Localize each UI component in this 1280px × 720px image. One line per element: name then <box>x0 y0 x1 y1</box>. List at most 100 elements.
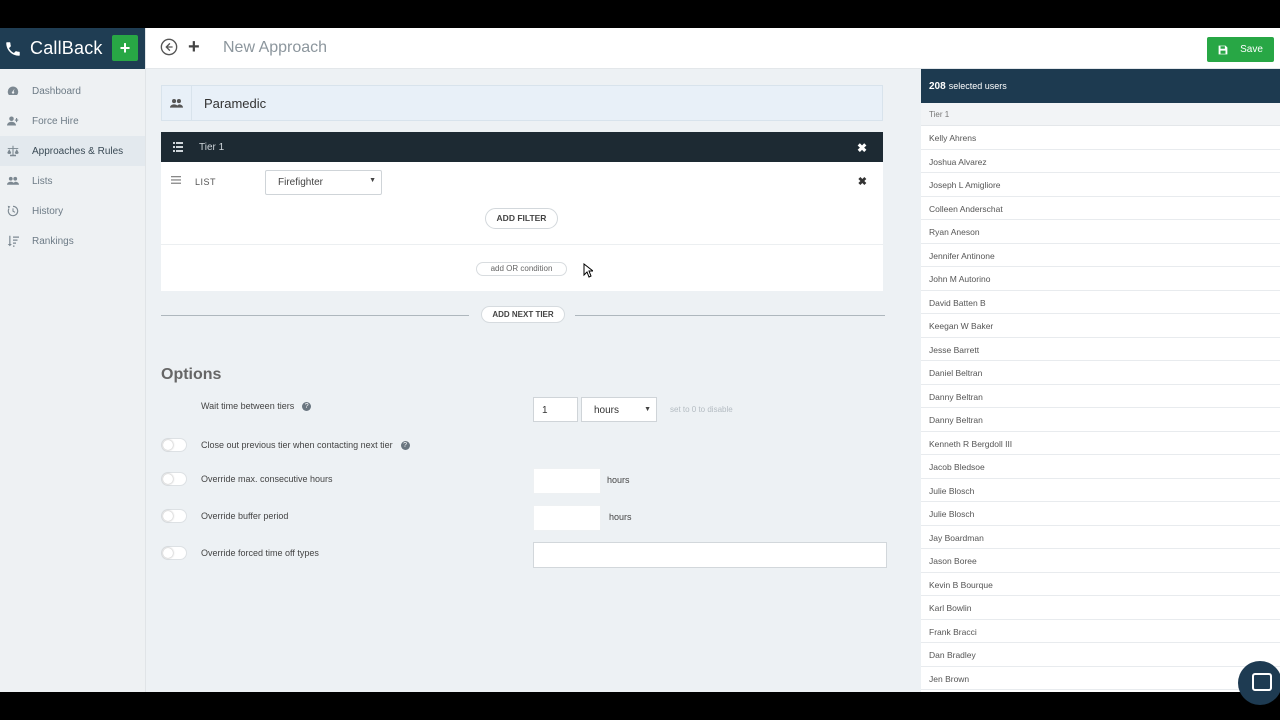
time-off-types-input[interactable] <box>533 542 887 568</box>
list-select[interactable]: Firefighter ▼ <box>265 170 382 195</box>
options-title: Options <box>161 366 222 383</box>
list-item[interactable]: Joshua Alvarez <box>921 150 1280 173</box>
main-content: Paramedic Tier 1 ✖ LIST Firefighter ▼ ✖ … <box>146 69 920 692</box>
balance-scale-icon <box>6 145 19 158</box>
close-out-label: Close out previous tier when contacting … <box>201 440 410 451</box>
list-item[interactable]: Jen Brown <box>921 667 1280 690</box>
quick-add-button[interactable]: + <box>112 35 138 61</box>
buffer-label: Override buffer period <box>201 511 289 521</box>
sidebar-item-label: Lists <box>32 175 53 187</box>
sidebar-item-label: Approaches & Rules <box>32 145 124 157</box>
list-item[interactable]: David Batten B <box>921 291 1280 314</box>
close-out-label-text: Close out previous tier when contacting … <box>201 440 393 450</box>
tier-title: Tier 1 <box>199 141 225 153</box>
users-icon <box>6 175 19 188</box>
list-item[interactable]: Joseph L Amigliore <box>921 173 1280 197</box>
sidebar-item-label: History <box>32 205 64 217</box>
user-plus-icon <box>6 115 19 128</box>
time-off-toggle[interactable] <box>161 546 187 560</box>
wait-time-input[interactable]: 1 <box>533 397 578 422</box>
add-filter-button[interactable]: ADD FILTER <box>485 208 558 229</box>
list-item[interactable]: Karl Bowlin <box>921 596 1280 620</box>
save-label: Save <box>1240 44 1263 55</box>
list-item[interactable]: Colleen Anderschat <box>921 197 1280 220</box>
help-icon[interactable]: ? <box>400 441 410 451</box>
list-item[interactable]: Julie Blosch <box>921 479 1280 502</box>
list-item[interactable]: Kelly Ahrens <box>921 126 1280 150</box>
list-item[interactable]: Frank Bracci <box>921 620 1280 643</box>
history-icon <box>6 205 19 218</box>
wait-time-label: Wait time between tiers? <box>201 401 312 412</box>
sidebar-item-approaches-rules[interactable]: Approaches & Rules <box>0 136 145 166</box>
list-item[interactable]: Kevin B Bourque <box>921 573 1280 596</box>
chevron-down-icon: ▼ <box>369 177 376 184</box>
app-window: CallBack + Dashboard Force Hire Approach… <box>0 28 1280 692</box>
wait-unit-select[interactable]: hours ▼ <box>581 397 657 422</box>
max-hours-label: Override max. consecutive hours <box>201 474 333 484</box>
header: + New Approach Save <box>146 28 1280 69</box>
mouse-cursor-icon <box>583 263 593 278</box>
wait-time-hint: set to 0 to disable <box>670 405 733 414</box>
list-item[interactable]: Julie Blosch <box>921 502 1280 526</box>
sidebar-item-lists[interactable]: Lists <box>0 166 145 196</box>
list-item[interactable]: Ryan Aneson <box>921 220 1280 244</box>
back-icon[interactable] <box>160 38 178 56</box>
tier-card: Tier 1 ✖ LIST Firefighter ▼ ✖ ADD FILTER… <box>161 132 883 291</box>
buffer-unit: hours <box>609 512 632 522</box>
list-label: LIST <box>195 177 217 187</box>
sidebar-item-force-hire[interactable]: Force Hire <box>0 106 145 136</box>
dashboard-icon <box>6 85 19 98</box>
close-out-toggle[interactable] <box>161 438 187 452</box>
selected-count: 208 <box>929 80 946 92</box>
list-item[interactable]: Kenneth R Bergdoll III <box>921 432 1280 455</box>
list-item[interactable]: Jay Boardman <box>921 526 1280 549</box>
list-item[interactable]: Keegan W Baker <box>921 314 1280 338</box>
time-off-label: Override forced time off types <box>201 548 319 558</box>
list-item[interactable]: Daniel Beltran <box>921 361 1280 385</box>
max-hours-toggle[interactable] <box>161 472 187 486</box>
floppy-disk-icon <box>1218 45 1228 54</box>
help-icon[interactable]: ? <box>302 402 312 412</box>
list-item[interactable]: Danny Beltran <box>921 408 1280 432</box>
selected-users-header: 208 selected users <box>921 69 1280 103</box>
divider <box>575 315 885 316</box>
drag-handle-icon[interactable] <box>171 176 181 184</box>
list-item[interactable]: Jason Boree <box>921 549 1280 573</box>
save-button[interactable]: Save <box>1207 37 1274 62</box>
list-condition-row: LIST Firefighter ▼ ✖ <box>161 162 883 202</box>
list-item[interactable]: Dan Bradley <box>921 643 1280 667</box>
approach-name-field[interactable]: Paramedic <box>161 85 883 121</box>
brand-name[interactable]: CallBack <box>30 38 103 59</box>
list-item[interactable]: Jesse Barrett <box>921 338 1280 361</box>
sidebar-item-label: Rankings <box>32 235 74 247</box>
list-item[interactable]: John M Autorino <box>921 267 1280 291</box>
chevron-down-icon: ▼ <box>644 406 651 413</box>
add-or-condition-button[interactable]: add OR condition <box>476 262 567 276</box>
brand-bar: CallBack + <box>0 28 145 69</box>
remove-tier-icon[interactable]: ✖ <box>857 141 867 155</box>
wait-time-label-text: Wait time between tiers <box>201 401 295 411</box>
sidebar-item-label: Force Hire <box>32 115 79 127</box>
chat-widget-button[interactable] <box>1238 661 1280 705</box>
list-item[interactable]: Jacob Bledsoe <box>921 455 1280 479</box>
sidebar-item-rankings[interactable]: Rankings <box>0 226 145 256</box>
buffer-input[interactable] <box>533 505 601 531</box>
add-next-tier-button[interactable]: ADD NEXT TIER <box>481 306 565 323</box>
max-hours-input[interactable] <box>533 468 601 494</box>
approach-name-value[interactable]: Paramedic <box>192 96 266 111</box>
list-item[interactable]: Danny Beltran <box>921 385 1280 408</box>
sidebar-item-dashboard[interactable]: Dashboard <box>0 76 145 106</box>
divider <box>161 244 883 245</box>
sort-amount-icon <box>6 235 19 248</box>
list-icon[interactable] <box>173 142 183 152</box>
tier-header: Tier 1 ✖ <box>161 132 883 162</box>
remove-condition-icon[interactable]: ✖ <box>858 175 867 188</box>
tier-group-label: Tier 1 <box>921 103 1280 126</box>
sidebar-item-label: Dashboard <box>32 85 81 97</box>
list-item[interactable]: Jennifer Antinone <box>921 244 1280 267</box>
group-icon <box>162 86 192 120</box>
page-title: New Approach <box>223 39 328 56</box>
add-icon[interactable]: + <box>188 37 200 57</box>
buffer-toggle[interactable] <box>161 509 187 523</box>
sidebar-item-history[interactable]: History <box>0 196 145 226</box>
